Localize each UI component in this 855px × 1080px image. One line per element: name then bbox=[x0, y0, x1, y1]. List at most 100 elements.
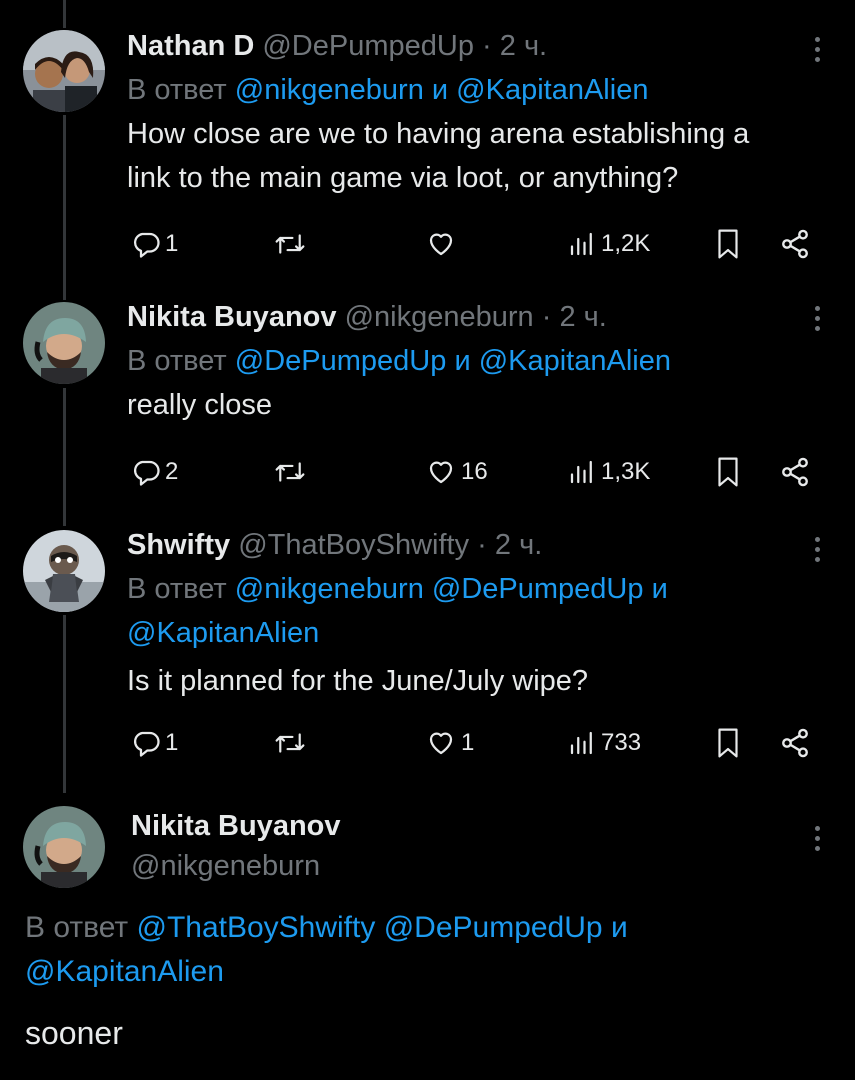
thread-connector bbox=[63, 388, 66, 526]
reply-count: 2 bbox=[165, 458, 179, 485]
more-icon[interactable] bbox=[815, 826, 821, 851]
avatar[interactable] bbox=[23, 530, 105, 612]
tweet-text: Is it planned for the June/July wipe? bbox=[127, 659, 825, 703]
bookmark-icon bbox=[718, 457, 738, 487]
action-bar: 2 16 1,3K bbox=[127, 452, 827, 492]
reply-button[interactable]: 1 bbox=[131, 224, 178, 264]
display-name[interactable]: Nathan D bbox=[127, 30, 254, 62]
share-button[interactable] bbox=[779, 452, 811, 492]
reply-icon bbox=[134, 731, 160, 757]
share-button[interactable] bbox=[779, 723, 811, 763]
mention-link[interactable]: @DePumpedUp bbox=[432, 573, 644, 605]
separator: · bbox=[482, 30, 492, 62]
thread-connector bbox=[63, 115, 66, 300]
views-count: 733 bbox=[601, 729, 642, 756]
mention-link[interactable]: @KapitanAlien bbox=[127, 617, 319, 649]
reply-conjunction: и bbox=[454, 345, 471, 377]
avatar[interactable] bbox=[23, 806, 105, 888]
reply-prefix: В ответ bbox=[127, 573, 227, 605]
avatar[interactable] bbox=[23, 30, 105, 112]
reply-prefix: В ответ bbox=[25, 911, 129, 944]
retweet-icon bbox=[275, 462, 305, 482]
views-count: 1,3K bbox=[601, 458, 651, 485]
views-button[interactable]: 1,2K bbox=[567, 224, 650, 264]
retweet-button[interactable] bbox=[273, 224, 311, 264]
bookmark-icon bbox=[718, 728, 738, 758]
action-bar: 1 1 733 bbox=[127, 723, 827, 763]
bookmark-button[interactable] bbox=[713, 723, 743, 763]
mention-link[interactable]: @KapitanAlien bbox=[456, 74, 648, 106]
retweet-icon bbox=[275, 733, 305, 753]
bookmark-button[interactable] bbox=[713, 224, 743, 264]
timestamp[interactable]: 2 ч. bbox=[559, 301, 606, 333]
views-icon bbox=[570, 731, 592, 755]
views-count: 1,2K bbox=[601, 230, 651, 257]
tweet-header: Shwifty @ThatBoyShwifty · 2 ч. bbox=[127, 526, 825, 564]
reply-prefix: В ответ bbox=[127, 74, 227, 106]
share-button[interactable] bbox=[779, 224, 811, 264]
timestamp[interactable]: 2 ч. bbox=[495, 529, 542, 561]
mention-link[interactable]: @nikgeneburn bbox=[235, 573, 424, 605]
username[interactable]: @nikgeneburn bbox=[131, 846, 341, 886]
tweet-text-line: link to the main game via loot, or anyth… bbox=[127, 162, 679, 194]
retweet-button[interactable] bbox=[273, 723, 311, 763]
retweet-icon bbox=[275, 234, 305, 254]
separator: · bbox=[541, 301, 552, 333]
views-button[interactable]: 1,3K bbox=[567, 452, 650, 492]
heart-icon bbox=[429, 461, 453, 484]
action-bar: 1 1,2K bbox=[127, 224, 827, 264]
retweet-button[interactable] bbox=[273, 452, 311, 492]
mention-link[interactable]: @DePumpedUp bbox=[235, 345, 447, 377]
reply-icon bbox=[134, 232, 160, 258]
like-button[interactable] bbox=[425, 224, 461, 264]
reply-context: В ответ @DePumpedUp и @KapitanAlien bbox=[127, 339, 825, 383]
like-count: 1 bbox=[461, 729, 475, 756]
display-name[interactable]: Nikita Buyanov bbox=[131, 806, 341, 846]
username[interactable]: @nikgeneburn bbox=[345, 301, 534, 333]
tweet-text: How close are we to having arena establi… bbox=[127, 112, 825, 200]
mention-link[interactable]: @ThatBoyShwifty bbox=[136, 911, 375, 944]
tweet-text-line: really close bbox=[127, 389, 273, 421]
reply-count: 1 bbox=[165, 729, 179, 756]
avatar[interactable] bbox=[23, 302, 105, 384]
mention-link[interactable]: @KapitanAlien bbox=[25, 955, 224, 988]
share-icon bbox=[782, 229, 808, 259]
thread-connector bbox=[63, 0, 66, 28]
views-button[interactable]: 733 bbox=[567, 723, 641, 763]
username[interactable]: @ThatBoyShwifty bbox=[238, 529, 469, 561]
reply-button[interactable]: 1 bbox=[131, 723, 178, 763]
heart-icon bbox=[429, 732, 453, 755]
tweet-text-line: Is it planned for the June/July wipe? bbox=[127, 665, 589, 697]
reply-prefix: В ответ bbox=[127, 345, 227, 377]
like-count: 16 bbox=[461, 458, 488, 485]
username[interactable]: @DePumpedUp bbox=[262, 30, 474, 62]
reply-icon bbox=[134, 460, 160, 486]
mention-link[interactable]: @DePumpedUp bbox=[384, 911, 603, 944]
reply-context: В ответ @nikgeneburn и @KapitanAlien bbox=[127, 68, 825, 112]
separator: · bbox=[477, 529, 487, 561]
share-icon bbox=[782, 457, 808, 487]
reply-context: В ответ @ThatBoyShwifty @DePumpedUp и @K… bbox=[25, 906, 805, 994]
reply-button[interactable]: 2 bbox=[131, 452, 178, 492]
heart-icon bbox=[429, 233, 453, 256]
timestamp[interactable]: 2 ч. bbox=[500, 30, 547, 62]
display-name[interactable]: Nikita Buyanov bbox=[127, 301, 337, 333]
tweet-header: Nikita Buyanov @nikgeneburn · 2 ч. bbox=[127, 298, 825, 336]
reply-conjunction: и bbox=[431, 74, 449, 106]
like-button[interactable]: 16 bbox=[425, 452, 488, 492]
tweet-text-line: How close are we to having arena establi… bbox=[127, 118, 750, 150]
display-name[interactable]: Shwifty bbox=[127, 529, 230, 561]
bookmark-icon bbox=[718, 229, 738, 259]
views-icon bbox=[570, 460, 592, 484]
reply-count: 1 bbox=[165, 230, 179, 257]
reply-context: В ответ @nikgeneburn @DePumpedUp и @Kapi… bbox=[127, 567, 825, 655]
tweet-header: Nathan D @DePumpedUp · 2 ч. bbox=[127, 27, 825, 65]
bookmark-button[interactable] bbox=[713, 452, 743, 492]
thread-connector bbox=[63, 615, 66, 793]
mention-link[interactable]: @nikgeneburn bbox=[235, 74, 424, 106]
main-tweet-author: Nikita Buyanov @nikgeneburn bbox=[131, 806, 341, 886]
like-button[interactable]: 1 bbox=[425, 723, 474, 763]
mention-link[interactable]: @KapitanAlien bbox=[479, 345, 671, 377]
tweet-text: really close bbox=[127, 383, 825, 427]
views-icon bbox=[570, 232, 592, 256]
